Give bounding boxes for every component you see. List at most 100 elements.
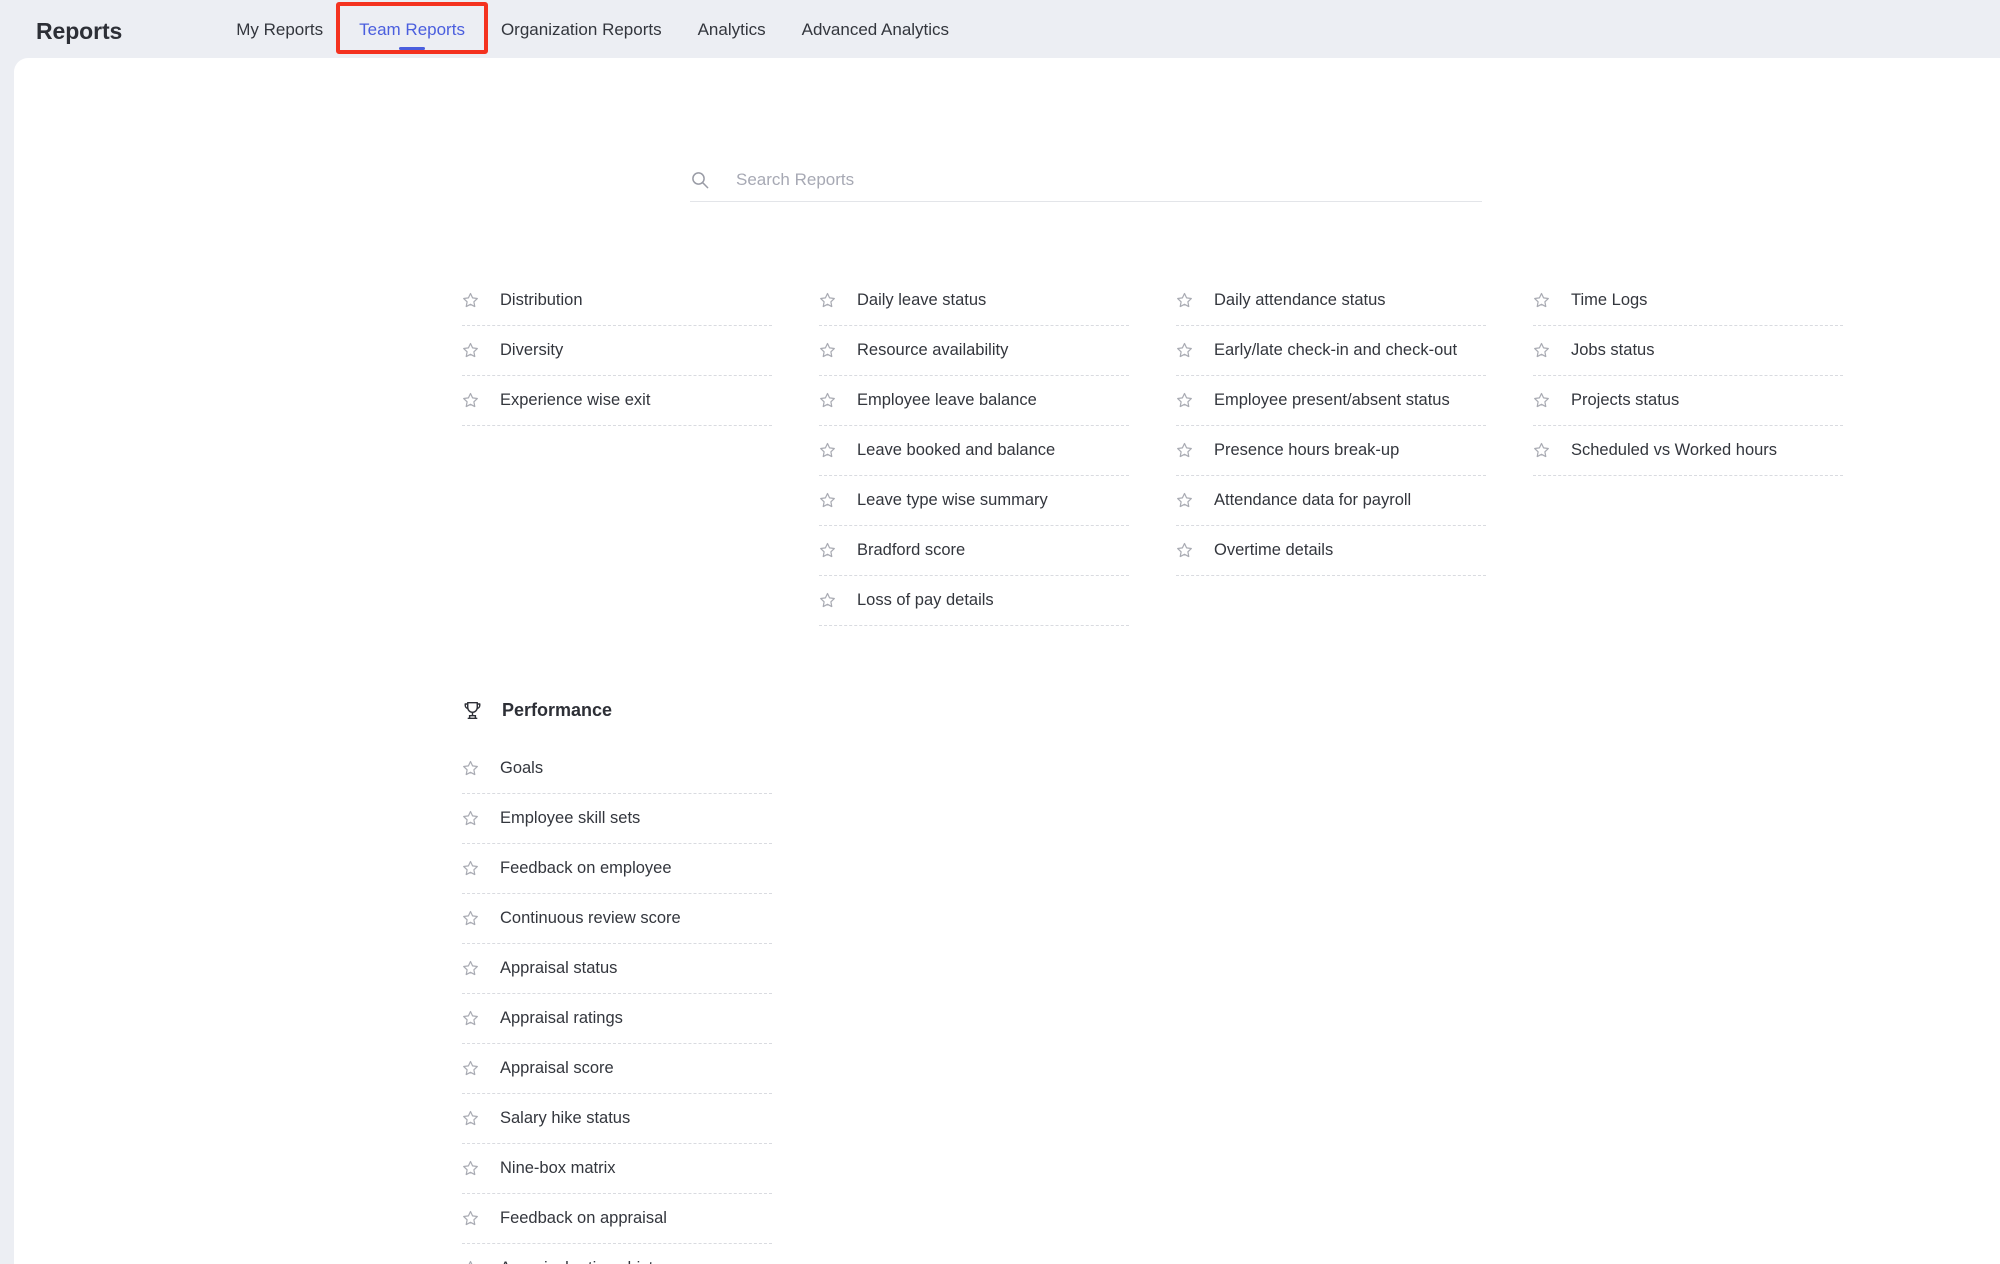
search-bar: [690, 170, 1482, 202]
star-icon[interactable]: [462, 1160, 479, 1177]
report-item[interactable]: Time Logs: [1533, 276, 1843, 326]
report-item[interactable]: Experience wise exit: [462, 376, 772, 426]
report-item[interactable]: Early/late check-in and check-out: [1176, 326, 1486, 376]
performance-section-header: Performance: [462, 688, 772, 732]
report-item[interactable]: Bradford score: [819, 526, 1129, 576]
report-item-label: Employee leave balance: [857, 391, 1037, 410]
report-item[interactable]: Employee skill sets: [462, 794, 772, 844]
star-icon[interactable]: [1176, 392, 1193, 409]
report-item[interactable]: Attendance data for payroll: [1176, 476, 1486, 526]
star-icon[interactable]: [462, 860, 479, 877]
star-icon[interactable]: [462, 1010, 479, 1027]
report-item-label: Daily attendance status: [1214, 291, 1386, 310]
report-item-label: Presence hours break-up: [1214, 441, 1400, 460]
star-icon[interactable]: [1176, 292, 1193, 309]
report-item[interactable]: Distribution: [462, 276, 772, 326]
report-item[interactable]: Appraisal ratings history: [462, 1244, 772, 1264]
report-item-label: Scheduled vs Worked hours: [1571, 441, 1778, 460]
report-item-label: Leave booked and balance: [857, 441, 1056, 460]
star-icon[interactable]: [1176, 492, 1193, 509]
report-item[interactable]: Loss of pay details: [819, 576, 1129, 626]
report-item[interactable]: Feedback on employee: [462, 844, 772, 894]
star-icon[interactable]: [1533, 392, 1550, 409]
report-item[interactable]: Feedback on appraisal: [462, 1194, 772, 1244]
tab-label: My Reports: [236, 20, 324, 39]
star-icon[interactable]: [1176, 442, 1193, 459]
report-item[interactable]: Daily attendance status: [1176, 276, 1486, 326]
report-item-label: Loss of pay details: [857, 591, 994, 610]
star-icon[interactable]: [1533, 342, 1550, 359]
report-item[interactable]: Projects status: [1533, 376, 1843, 426]
star-icon[interactable]: [819, 392, 836, 409]
report-item[interactable]: Continuous review score: [462, 894, 772, 944]
report-item[interactable]: Presence hours break-up: [1176, 426, 1486, 476]
report-item-label: Resource availability: [857, 341, 1009, 360]
report-item[interactable]: Leave type wise summary: [819, 476, 1129, 526]
report-item[interactable]: Overtime details: [1176, 526, 1486, 576]
star-icon[interactable]: [1176, 542, 1193, 559]
star-icon[interactable]: [819, 442, 836, 459]
report-item[interactable]: Salary hike status: [462, 1094, 772, 1144]
report-item[interactable]: Appraisal score: [462, 1044, 772, 1094]
report-item[interactable]: Employee leave balance: [819, 376, 1129, 426]
star-icon[interactable]: [462, 392, 479, 409]
report-item-label: Daily leave status: [857, 291, 987, 310]
star-icon[interactable]: [462, 960, 479, 977]
performance-items-list: Goals Employee skill sets Feedback on empl…: [462, 744, 772, 1264]
report-item[interactable]: Diversity: [462, 326, 772, 376]
report-item[interactable]: Appraisal status: [462, 944, 772, 994]
report-item-label: Diversity: [500, 341, 564, 360]
report-item-label: Salary hike status: [500, 1109, 631, 1128]
star-icon[interactable]: [1533, 442, 1550, 459]
report-item[interactable]: Daily leave status: [819, 276, 1129, 326]
star-icon[interactable]: [819, 592, 836, 609]
star-icon[interactable]: [819, 342, 836, 359]
star-icon[interactable]: [462, 810, 479, 827]
star-icon[interactable]: [462, 760, 479, 777]
tab-team-reports[interactable]: Team Reports: [341, 0, 483, 58]
report-item-label: Employee skill sets: [500, 809, 641, 828]
report-item[interactable]: Nine-box matrix: [462, 1144, 772, 1194]
star-icon[interactable]: [462, 1210, 479, 1227]
tab-advanced-analytics[interactable]: Advanced Analytics: [784, 0, 967, 58]
star-icon[interactable]: [1176, 342, 1193, 359]
content-panel: Distribution Diversity Experience wise exi…: [14, 58, 2000, 1264]
tab-my-reports[interactable]: My Reports: [218, 0, 341, 58]
report-item[interactable]: Goals: [462, 744, 772, 794]
report-column: Distribution Diversity Experience wise exi…: [462, 276, 772, 626]
star-icon[interactable]: [462, 1260, 479, 1264]
search-icon: [690, 170, 710, 190]
report-item[interactable]: Scheduled vs Worked hours: [1533, 426, 1843, 476]
star-icon[interactable]: [462, 1110, 479, 1127]
star-icon[interactable]: [819, 542, 836, 559]
report-item[interactable]: Appraisal ratings: [462, 994, 772, 1044]
star-icon[interactable]: [462, 292, 479, 309]
report-item-label: Appraisal ratings: [500, 1009, 623, 1028]
star-icon[interactable]: [462, 1060, 479, 1077]
report-item-label: Feedback on employee: [500, 859, 672, 878]
report-item[interactable]: Jobs status: [1533, 326, 1843, 376]
report-columns-grid: Distribution Diversity Experience wise exi…: [462, 276, 1843, 626]
star-icon[interactable]: [819, 292, 836, 309]
star-icon[interactable]: [462, 342, 479, 359]
tab-label: Advanced Analytics: [801, 20, 950, 39]
active-tab-underline: [399, 47, 426, 50]
report-column: Time Logs Jobs status Projects status Sched…: [1533, 276, 1843, 626]
search-row: [690, 170, 1482, 202]
report-item-label: Goals: [500, 759, 544, 778]
star-icon[interactable]: [819, 492, 836, 509]
report-item[interactable]: Employee present/absent status: [1176, 376, 1486, 426]
tab-organization-reports[interactable]: Organization Reports: [483, 0, 680, 58]
star-icon[interactable]: [462, 910, 479, 927]
star-icon[interactable]: [1533, 292, 1550, 309]
search-input[interactable]: [736, 170, 1482, 190]
report-item-label: Distribution: [500, 291, 583, 310]
tab-analytics[interactable]: Analytics: [680, 0, 784, 58]
report-item-label: Jobs status: [1571, 341, 1655, 360]
report-item[interactable]: Leave booked and balance: [819, 426, 1129, 476]
report-item-label: Experience wise exit: [500, 391, 651, 410]
report-item-label: Appraisal score: [500, 1059, 614, 1078]
report-item[interactable]: Resource availability: [819, 326, 1129, 376]
report-item-label: Employee present/absent status: [1214, 391, 1450, 410]
report-item-label: Early/late check-in and check-out: [1214, 341, 1458, 360]
